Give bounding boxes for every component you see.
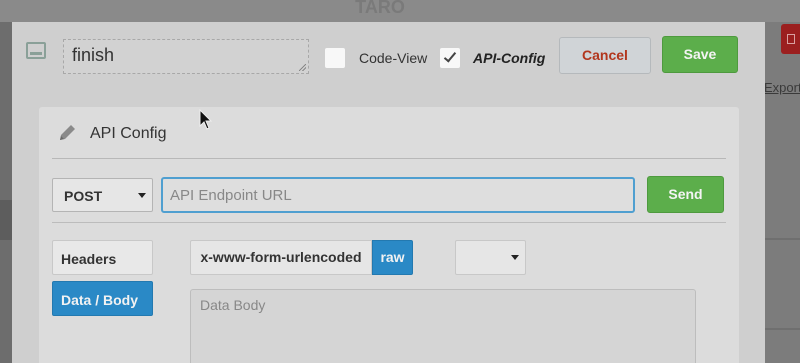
api-config-label[interactable]: API-Config	[473, 50, 545, 66]
http-method-value: POST	[64, 188, 103, 204]
chevron-down-icon	[138, 193, 146, 198]
checkmark-icon	[443, 49, 457, 63]
background-export-link: Export	[764, 80, 800, 95]
api-endpoint-url-input[interactable]	[161, 177, 635, 213]
background-delete-button	[781, 24, 800, 54]
background-app-title: TARO	[355, 0, 405, 17]
cancel-button[interactable]: Cancel	[559, 37, 651, 74]
resize-grip-icon[interactable]	[299, 64, 306, 71]
tab-headers[interactable]: Headers	[52, 240, 153, 275]
api-config-checkbox[interactable]	[440, 48, 460, 68]
api-config-panel: API Config POST Send Headers Data / Body…	[39, 107, 739, 363]
pencil-icon	[60, 125, 75, 140]
code-view-label[interactable]: Code-View	[359, 50, 427, 66]
tab-data-body[interactable]: Data / Body	[52, 281, 153, 316]
panel-title: API Config	[90, 125, 167, 142]
format-raw-button[interactable]: raw	[372, 240, 413, 275]
modal-header: finish Code-View API-Config Cancel Save	[12, 22, 765, 106]
divider	[52, 222, 726, 223]
trash-icon	[787, 34, 795, 44]
step-name-value: finish	[72, 45, 115, 65]
data-body-textarea[interactable]	[190, 289, 696, 363]
background-table-rows	[765, 150, 800, 363]
code-view-checkbox[interactable]	[325, 48, 345, 68]
step-name-field[interactable]: finish	[63, 39, 309, 74]
layout-icon	[26, 42, 46, 59]
save-button[interactable]: Save	[662, 36, 738, 73]
format-urlencoded-button[interactable]: x-www-form-urlencoded	[190, 240, 372, 275]
content-type-select[interactable]	[455, 240, 526, 275]
background-header: TARO	[0, 0, 800, 22]
send-button[interactable]: Send	[647, 176, 724, 213]
mouse-cursor-icon	[199, 109, 213, 130]
background-left-band	[0, 200, 12, 240]
divider	[52, 158, 726, 159]
chevron-down-icon	[511, 255, 519, 260]
http-method-select[interactable]: POST	[52, 178, 153, 212]
api-config-modal: finish Code-View API-Config Cancel Save …	[12, 22, 765, 363]
